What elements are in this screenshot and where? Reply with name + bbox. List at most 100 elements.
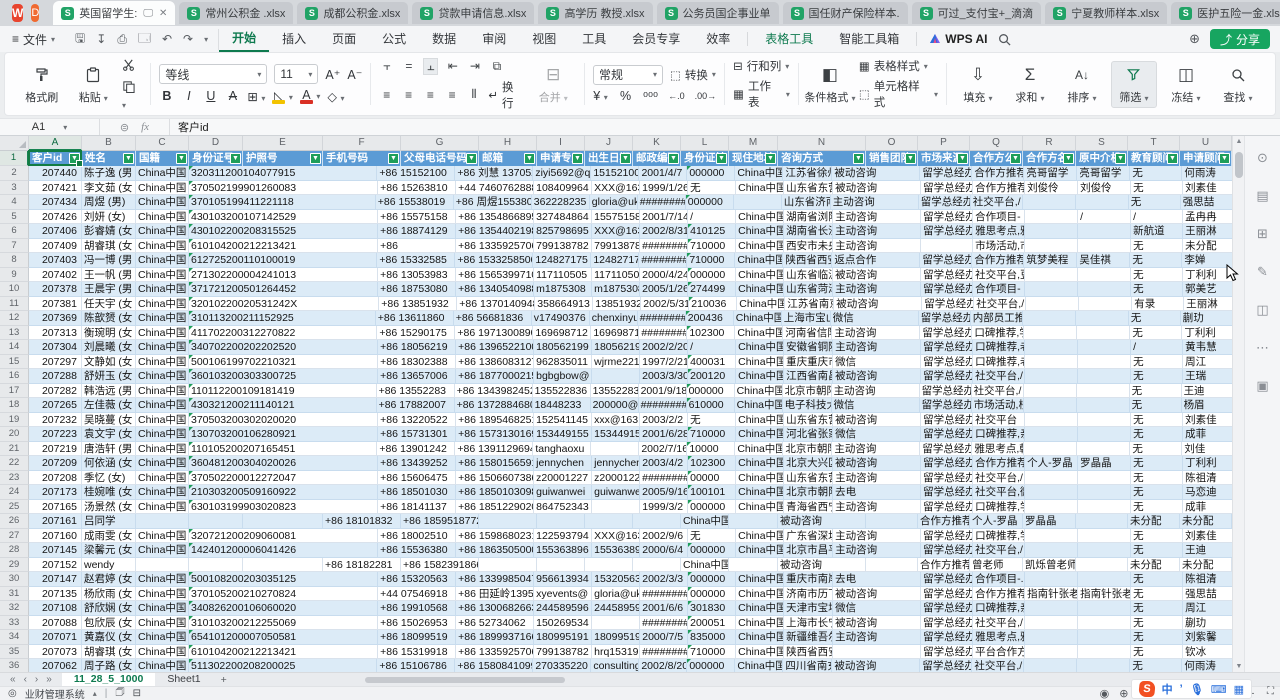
cell-D3[interactable]: 370502199901260083	[189, 181, 298, 196]
cell-S28[interactable]: 无	[1131, 543, 1183, 558]
row-header-28[interactable]: 28	[0, 543, 29, 558]
row-header-26[interactable]: 26	[0, 514, 29, 529]
cell-C10[interactable]: China中国	[136, 282, 189, 297]
cell-K13[interactable]: 102300	[687, 326, 735, 341]
cell-A9[interactable]: 207402	[29, 268, 82, 283]
filter-dropdown-button[interactable]: ▼	[905, 153, 916, 164]
cell-E18[interactable]	[297, 398, 377, 413]
cell-K16[interactable]: 200120	[688, 369, 736, 384]
cell-A8[interactable]: 207403	[29, 253, 82, 268]
cell-A15[interactable]: 207297	[29, 355, 82, 370]
font-color-icon[interactable]: A ▾	[300, 88, 321, 104]
cell-G7[interactable]: +86 1335925706	[456, 239, 534, 254]
cell-N31[interactable]: 被动咨询	[833, 587, 921, 602]
copy-icon[interactable]: ▾	[122, 80, 142, 111]
rows-cols-button[interactable]: ⊟行和列 ▾	[733, 58, 790, 74]
system-status-label[interactable]: 业财管理系统	[25, 686, 85, 700]
cell-L2[interactable]: China中国	[735, 166, 783, 181]
cell-L24[interactable]: China中国	[736, 485, 784, 500]
cell-H36[interactable]: 270335220	[533, 659, 591, 672]
cell-K2[interactable]: 000000	[687, 166, 735, 181]
share-button[interactable]: ⤴ 分享	[1210, 29, 1270, 49]
cell-S10[interactable]: 无	[1131, 282, 1183, 297]
cell-O10[interactable]: 留学总经办	[921, 282, 973, 297]
outline-icon[interactable]: ⊟	[133, 688, 141, 699]
cell-M19[interactable]: 山东省东营	[784, 413, 833, 428]
cell-N36[interactable]: 被动咨询	[832, 659, 920, 672]
cell-P14[interactable]: 口碑推荐,老	[973, 340, 1025, 355]
cell-M23[interactable]: 山东省东营	[784, 471, 833, 486]
cell-J3[interactable]: 1999/1/26	[640, 181, 688, 196]
cell-C9[interactable]: China中国	[136, 268, 189, 283]
cell-G14[interactable]: +86 1396522100	[456, 340, 534, 355]
column-header-P[interactable]: P	[918, 136, 970, 151]
column-header-L[interactable]: L	[681, 136, 729, 151]
cell-H18[interactable]: 18448233	[533, 398, 591, 413]
cell-N35[interactable]	[833, 645, 921, 660]
filter-dropdown-button[interactable]: ▼	[310, 153, 321, 164]
cell-I29[interactable]	[537, 558, 585, 573]
cell-P30[interactable]: 合作项目-.	[973, 572, 1025, 587]
cell-E15[interactable]	[298, 355, 378, 370]
cell-A26[interactable]: 207161	[29, 514, 82, 529]
cell-P6[interactable]: 雅思考点,雅	[973, 224, 1025, 239]
cell-Q23[interactable]	[1025, 471, 1078, 486]
menu-tab-效率[interactable]: 效率	[693, 27, 743, 51]
first-sheet-icon[interactable]: «	[10, 674, 16, 685]
cell-B24[interactable]: 桂婉唯 (女	[82, 485, 136, 500]
cell-N33[interactable]: 被动咨询	[833, 616, 921, 631]
cell-M9[interactable]: 山东省临沂	[784, 268, 833, 283]
cell-T35[interactable]: 钦冰	[1183, 645, 1232, 660]
cell-R34[interactable]	[1078, 630, 1131, 645]
cell-G19[interactable]: +86 1895468251	[456, 413, 534, 428]
cell-G30[interactable]: +86 1339985047	[456, 572, 534, 587]
cell-R11[interactable]	[1079, 297, 1132, 312]
row-header-34[interactable]: 34	[0, 630, 29, 645]
row-header-33[interactable]: 33	[0, 616, 29, 631]
row-header-9[interactable]: 9	[0, 268, 29, 283]
ime-keyboard-icon[interactable]: ⌨	[1211, 683, 1227, 696]
filter-dropdown-button[interactable]: ▼	[1219, 153, 1230, 164]
cell-F15[interactable]: +86 18302388	[378, 355, 456, 370]
cell-P3[interactable]: 合作方推荐	[973, 181, 1025, 196]
cell-I12[interactable]: chenxinyu	[590, 311, 638, 326]
cell-Q35[interactable]	[1025, 645, 1078, 660]
cell-A34[interactable]: 207071	[29, 630, 82, 645]
cell-R14[interactable]	[1078, 340, 1131, 355]
cell-R13[interactable]	[1077, 326, 1130, 341]
cell-D10[interactable]: 371721200501264452	[189, 282, 298, 297]
cell-D29[interactable]	[189, 558, 243, 573]
cell-M26[interactable]	[729, 514, 778, 529]
cell-T18[interactable]: 杨眉	[1182, 398, 1232, 413]
cell-P13[interactable]: 口碑推荐,学	[972, 326, 1024, 341]
cell-O32[interactable]: 留学总经办	[921, 601, 973, 616]
cell-A10[interactable]: 207378	[29, 282, 82, 297]
cell-E10[interactable]	[298, 282, 378, 297]
increase-indent-icon[interactable]: ⇥	[467, 59, 482, 73]
cell-K14[interactable]: /	[688, 340, 736, 355]
cell-C29[interactable]	[136, 558, 189, 573]
cell-Q21[interactable]	[1024, 442, 1077, 457]
cell-H10[interactable]: m1875308	[534, 282, 592, 297]
cell-C19[interactable]: China中国	[136, 413, 189, 428]
selection-stats-icon[interactable]: 🗇	[115, 685, 124, 700]
cell-I27[interactable]: XXX@163.	[592, 529, 640, 544]
cell-J23[interactable]: ########	[640, 471, 688, 486]
cell-R26[interactable]: 罗晶晶	[1023, 514, 1076, 529]
cell-Q31[interactable]: 指南针张老	[1025, 587, 1078, 602]
cell-R19[interactable]	[1078, 413, 1131, 428]
cell-L31[interactable]: China中国	[736, 587, 784, 602]
cell-L23[interactable]: China中国	[736, 471, 784, 486]
cell-M31[interactable]: 济南市历下	[784, 587, 833, 602]
cell-E9[interactable]	[298, 268, 378, 283]
filter-dropdown-button[interactable]: ▼	[230, 153, 241, 164]
cell-P2[interactable]: 合作方推荐	[972, 166, 1024, 181]
row-header-3[interactable]: 3	[0, 181, 29, 196]
cell-P36[interactable]: 社交平台,/	[972, 659, 1024, 672]
cell-B8[interactable]: 冯一博 (男	[82, 253, 136, 268]
cell-J19[interactable]: 2003/2/2	[640, 413, 688, 428]
cell-G11[interactable]: +86 1370140948	[457, 297, 535, 312]
cell-S2[interactable]: 无	[1130, 166, 1182, 181]
cell-P22[interactable]: 合作方推荐	[973, 456, 1025, 471]
cell-P24[interactable]: 社交平台,微	[973, 485, 1025, 500]
